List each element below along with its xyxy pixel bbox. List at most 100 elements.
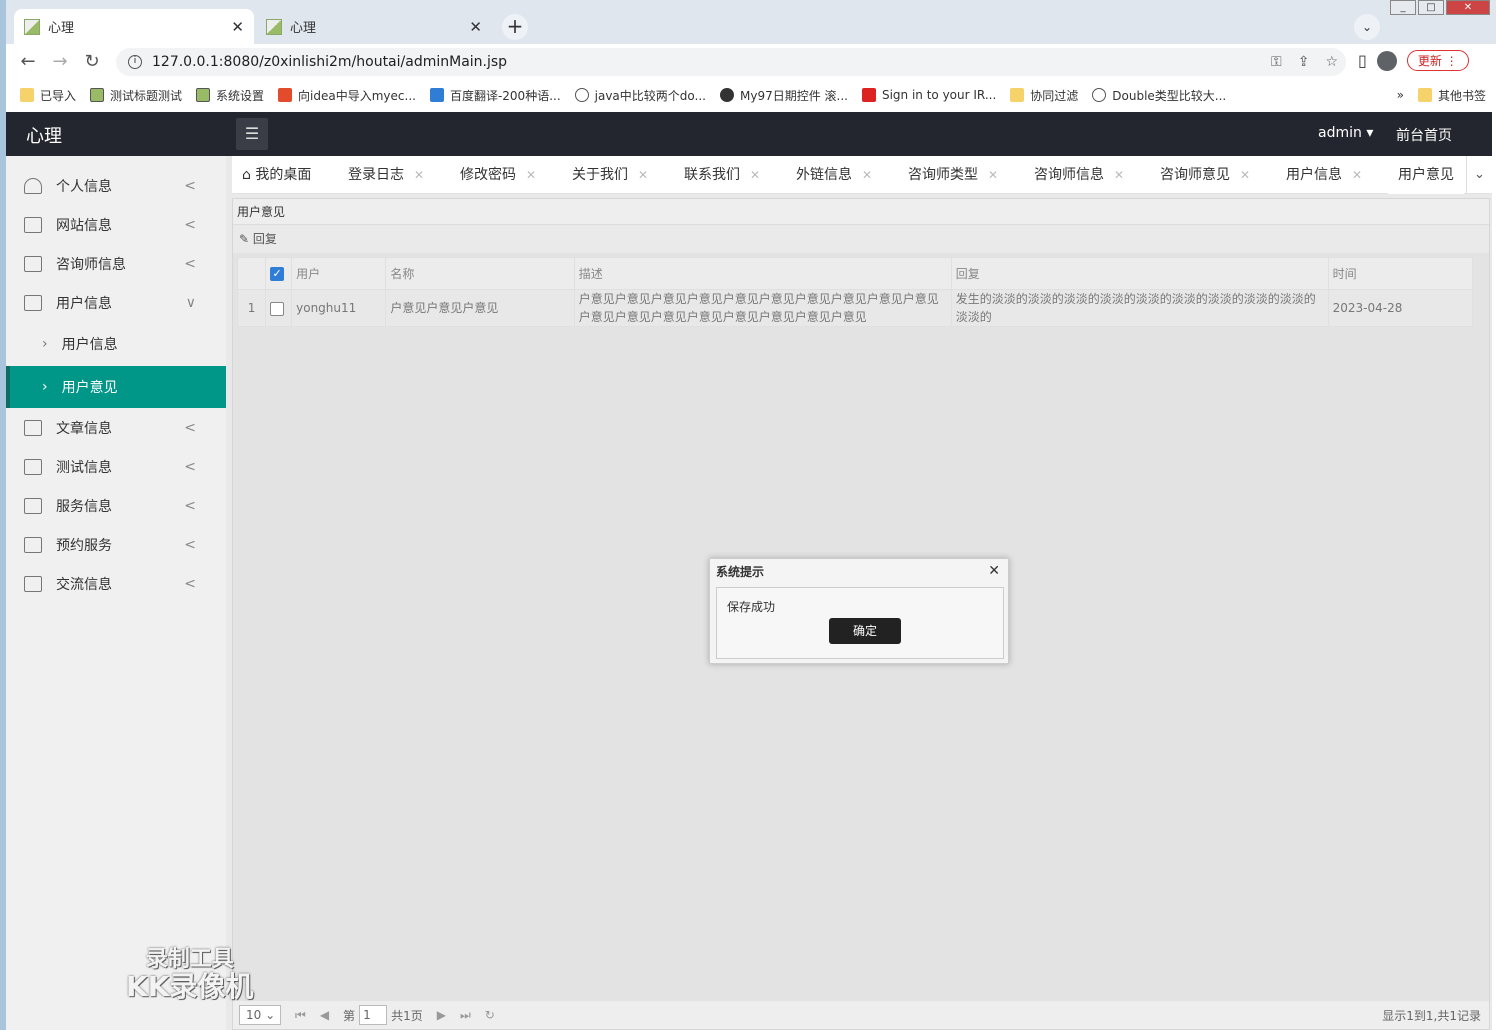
system-message-dialog: 系统提示 ✕ 保存成功 确定 [709,558,1009,664]
chevron-down-icon[interactable]: ⌄ [1466,156,1492,194]
data-grid: ✓ 用户 名称 描述 回复 时间 1 yonghu11 户意见户意见户意见 户意… [236,257,1474,327]
sidebar-item-articles[interactable]: 文章信息 < [6,408,226,447]
close-tab-icon[interactable]: ✕ [469,18,482,36]
column-header[interactable]: 描述 [573,257,952,290]
address-bar[interactable]: i 127.0.0.1:8080/z0xinlishi2m/houtai/adm… [116,48,1346,76]
reply-label: 回复 [252,232,277,246]
site-info-icon[interactable]: i [128,55,142,69]
bookmark-item[interactable]: 向idea中导入myec... [278,87,416,104]
sidebar-item-users[interactable]: 用户信息 ∨ [6,283,226,322]
other-bookmarks[interactable]: 其他书签 [1417,87,1486,104]
forward-icon[interactable]: → [44,51,76,72]
sidebar-item-label: 预约服务 [56,537,112,554]
tab-login-log[interactable]: 登录日志 ✕ [348,156,424,194]
bookmark-item[interactable]: 协同过滤 [1010,87,1078,104]
close-icon[interactable]: ✕ [988,563,1000,579]
tab-counselor-feedback[interactable]: 咨询师意见 ✕ [1160,156,1250,194]
tab-contact[interactable]: 联系我们 ✕ [684,156,760,194]
sidebar-item-bookings[interactable]: 预约服务 < [6,525,226,564]
reply-button[interactable]: ✎ 回复 [239,232,277,246]
bookmark-item[interactable]: 测试标题测试 [90,87,182,104]
pagination: 10 ⌄ ⏮ ◀ 第 1 共1页 ▶ ⏭ ↻ 显示1到1,共1记录 [233,1001,1489,1029]
close-icon[interactable]: ✕ [1240,168,1250,182]
tab-counselor-info[interactable]: 咨询师信息 ✕ [1034,156,1124,194]
close-tab-icon[interactable]: ✕ [231,18,244,36]
tab-user-info[interactable]: 用户信息 ✕ [1286,156,1362,194]
ok-button[interactable]: 确定 [829,618,901,644]
minimize-icon[interactable]: _ [1390,0,1416,15]
sidebar-subitem-user-info[interactable]: › 用户信息 [6,323,226,365]
close-window-icon[interactable]: ✕ [1446,0,1490,15]
column-header[interactable]: 用户 [291,257,387,290]
sidepanel-icon[interactable]: ▯ [1358,51,1367,70]
select-all-checkbox[interactable]: ✓ [270,266,285,281]
globe-icon [719,88,734,102]
row-checkbox[interactable] [270,301,285,316]
menu-toggle-icon[interactable]: ☰ [236,118,268,150]
sidebar-item-label: 服务信息 [56,498,112,515]
close-icon[interactable]: ✕ [414,168,424,182]
bookmark-item[interactable]: Sign in to your IR... [861,88,996,102]
table-row[interactable]: 1 yonghu11 户意见户意见户意见 户意见户意见户意见户意见户意见户意见户… [236,289,1474,327]
tab-links[interactable]: 外链信息 ✕ [796,156,872,194]
column-header[interactable]: 回复 [950,257,1329,290]
sidebar-item-services[interactable]: 服务信息 < [6,486,226,525]
sidebar-subitem-label: 用户信息 [61,337,118,353]
close-icon[interactable]: ✕ [638,168,648,182]
column-header[interactable]: 时间 [1327,257,1474,290]
tab-search-button[interactable]: ⌄ [1354,14,1380,40]
last-page-icon[interactable]: ⏭ [460,1008,471,1023]
page-total: 共1页 [391,1008,423,1023]
close-icon[interactable]: ✕ [1352,168,1362,182]
page-size-select[interactable]: 10 ⌄ [239,1005,281,1025]
close-icon[interactable]: ✕ [1114,168,1124,182]
maximize-icon[interactable]: □ [1418,0,1444,15]
tab-desktop[interactable]: ⌂ 我的桌面 [242,156,311,194]
bookmark-item[interactable]: 百度翻译-200种语... [429,87,561,104]
favicon-icon [196,88,211,102]
table-header-row: ✓ 用户 名称 描述 回复 时间 [236,257,1474,290]
next-page-icon[interactable]: ▶ [437,1008,446,1022]
sidebar-item-personal[interactable]: 个人信息 < [6,166,226,205]
key-icon[interactable]: ⚿ [1271,54,1282,70]
profile-avatar[interactable] [1376,50,1397,71]
sidebar-item-exchange[interactable]: 交流信息 < [6,564,226,603]
tab-counselor-type[interactable]: 咨询师类型 ✕ [908,156,998,194]
page-prefix: 第 [343,1008,356,1023]
bookmark-item[interactable]: Double类型比较大... [1092,87,1226,104]
sidebar-item-site[interactable]: 网站信息 < [6,205,226,244]
close-icon[interactable]: ✕ [526,168,536,182]
prev-page-icon[interactable]: ◀ [320,1008,329,1022]
back-icon[interactable]: ← [12,51,44,72]
share-icon[interactable]: ⇪ [1298,54,1310,70]
page-number-input[interactable]: 1 [359,1005,388,1025]
front-page-link[interactable]: 前台首页 [1396,125,1452,145]
sidebar-subitem-user-feedback[interactable]: › 用户意见 [6,366,226,408]
sidebar-item-tests[interactable]: 测试信息 < [6,447,226,486]
browser-tab-1[interactable]: 心理 ✕ [14,9,254,44]
refresh-icon[interactable]: ↻ [485,1008,495,1022]
close-icon[interactable]: ✕ [988,168,998,182]
bookmarks-overflow-button[interactable]: » [1397,88,1404,102]
bookmark-item[interactable]: 已导入 [20,87,76,104]
close-icon[interactable]: ✕ [750,168,760,182]
first-page-icon[interactable]: ⏮ [295,1008,306,1023]
browser-tab-2[interactable]: 心理 ✕ [256,9,492,44]
star-icon[interactable]: ☆ [1325,54,1338,70]
column-header[interactable]: 名称 [385,257,575,290]
reload-icon[interactable]: ↻ [76,51,108,72]
close-icon[interactable]: ✕ [862,168,872,182]
new-tab-button[interactable]: + [502,14,528,40]
user-menu[interactable]: admin ▾ [1318,125,1373,141]
bookmark-item[interactable]: My97日期控件 滚... [719,87,848,104]
tab-user-feedback[interactable]: 用户意见 [1388,156,1464,194]
update-button[interactable]: 更新 ⋮ [1406,50,1469,71]
tab-about[interactable]: 关于我们 ✕ [572,156,648,194]
chevron-down-icon: ∨ [185,294,196,311]
sidebar-item-counselor[interactable]: 咨询师信息 < [6,244,226,283]
bookmark-item[interactable]: java中比较两个do... [574,87,706,104]
bookmark-item[interactable]: 系统设置 [196,87,264,104]
bookmark-label: My97日期控件 滚... [739,88,848,103]
tab-change-password[interactable]: 修改密码 ✕ [460,156,536,194]
bookmark-label: 测试标题测试 [110,88,183,103]
